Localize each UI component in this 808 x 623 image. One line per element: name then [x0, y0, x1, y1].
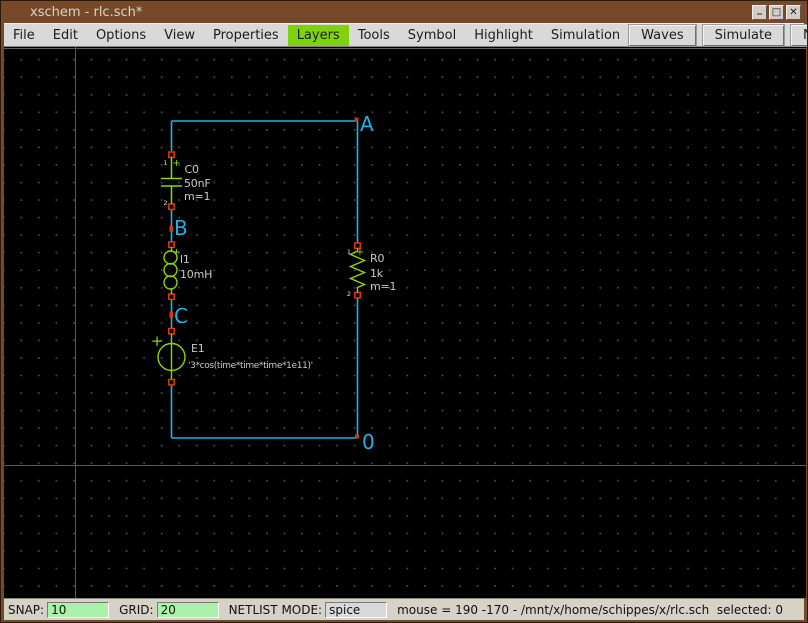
- label-c-attach-marker: [170, 312, 174, 319]
- vsource-pin-1[interactable]: [169, 329, 174, 334]
- resistor-value[interactable]: 1k: [370, 267, 384, 280]
- label-0-attach-marker: [355, 435, 359, 439]
- schematic-canvas[interactable]: 1 2 + C0 50nF m=1 + l1: [4, 47, 806, 598]
- snap-label: SNAP:: [8, 603, 44, 617]
- netlist-mode-label: NETLIST MODE:: [229, 603, 323, 617]
- capacitor-pin2-number: 2: [163, 199, 167, 207]
- net-label-b[interactable]: B: [174, 216, 188, 240]
- menu-item-tools[interactable]: Tools: [349, 25, 399, 46]
- component-vsource[interactable]: + E1 '3*cos(time*time*time*1e11)': [151, 329, 313, 385]
- net-label-c[interactable]: C: [174, 304, 188, 328]
- label-b-attach-marker: [170, 226, 174, 233]
- waves-button[interactable]: Waves: [629, 25, 695, 46]
- menu-item-properties[interactable]: Properties: [204, 25, 288, 46]
- resistor-pin-2[interactable]: [355, 293, 360, 298]
- menu-bar: File Edit Options View Properties Layers…: [4, 23, 804, 47]
- inductor-pin-2[interactable]: [169, 294, 174, 299]
- capacitor-pin-2[interactable]: [169, 204, 174, 209]
- capacitor-pin1-number: 1: [163, 159, 167, 167]
- menu-item-view[interactable]: View: [155, 25, 204, 46]
- window-controls: _ □ ✕: [752, 5, 801, 20]
- schematic-drawing: 1 2 + C0 50nF m=1 + l1: [4, 47, 806, 598]
- resistor-pin2-number: 2: [347, 290, 351, 298]
- simulate-button[interactable]: Simulate: [703, 25, 784, 46]
- close-button[interactable]: ✕: [786, 5, 801, 20]
- resistor-plus-mark: +: [356, 247, 364, 258]
- grid-label: GRID:: [119, 603, 153, 617]
- component-inductor[interactable]: + l1 10mH: [164, 242, 212, 299]
- component-resistor[interactable]: 1 2 + R0 1k m=1: [347, 243, 396, 298]
- close-icon: ✕: [789, 7, 797, 18]
- capacitor-plus-mark: +: [172, 158, 180, 169]
- capacitor-value[interactable]: 50nF: [184, 177, 211, 190]
- capacitor-ref[interactable]: C0: [185, 163, 199, 176]
- grid-input[interactable]: [157, 602, 219, 618]
- label-a-attach-marker: [355, 118, 359, 122]
- menu-item-edit[interactable]: Edit: [44, 25, 87, 46]
- resistor-ref[interactable]: R0: [370, 252, 384, 265]
- app-window: xschem - rlc.sch* _ □ ✕ File Edit Option…: [0, 0, 808, 623]
- window-title: xschem - rlc.sch*: [30, 2, 142, 23]
- vsource-plus-mark: +: [151, 332, 164, 350]
- resistor-mult[interactable]: m=1: [370, 280, 396, 293]
- netlist-mode-input[interactable]: [325, 602, 387, 618]
- maximize-button[interactable]: □: [769, 5, 784, 20]
- snap-input[interactable]: [47, 602, 109, 618]
- inductor-value[interactable]: 10mH: [180, 268, 212, 281]
- minimize-button[interactable]: _: [752, 5, 767, 20]
- maximize-icon: □: [772, 7, 781, 18]
- mouse-position-text: mouse = 190 -170 - /mnt/x/home/schippes/…: [397, 603, 783, 617]
- netlist-button[interactable]: Netlist: [791, 25, 808, 46]
- net-label-a[interactable]: A: [360, 112, 374, 136]
- vsource-ref[interactable]: E1: [191, 342, 205, 355]
- capacitor-mult[interactable]: m=1: [184, 190, 210, 203]
- menu-item-options[interactable]: Options: [87, 25, 155, 46]
- vsource-pin-2[interactable]: [169, 380, 174, 385]
- vsource-value[interactable]: '3*cos(time*time*time*1e11)': [188, 361, 313, 371]
- inductor-ref[interactable]: l1: [180, 253, 190, 266]
- menu-item-layers[interactable]: Layers: [288, 25, 349, 46]
- menu-item-file[interactable]: File: [4, 25, 44, 46]
- status-bar: SNAP: GRID: NETLIST MODE: mouse = 190 -1…: [4, 598, 804, 620]
- component-capacitor[interactable]: 1 2 + C0 50nF m=1: [161, 152, 211, 209]
- menu-item-simulation[interactable]: Simulation: [542, 25, 629, 46]
- net-label-0[interactable]: 0: [362, 430, 375, 454]
- resistor-pin1-number: 1: [347, 248, 351, 256]
- title-bar[interactable]: xschem - rlc.sch* _ □ ✕: [2, 2, 806, 23]
- minimize-icon: _: [757, 4, 762, 15]
- menu-item-highlight[interactable]: Highlight: [465, 25, 542, 46]
- menu-item-symbol[interactable]: Symbol: [399, 25, 465, 46]
- capacitor-pin-1[interactable]: [169, 152, 174, 157]
